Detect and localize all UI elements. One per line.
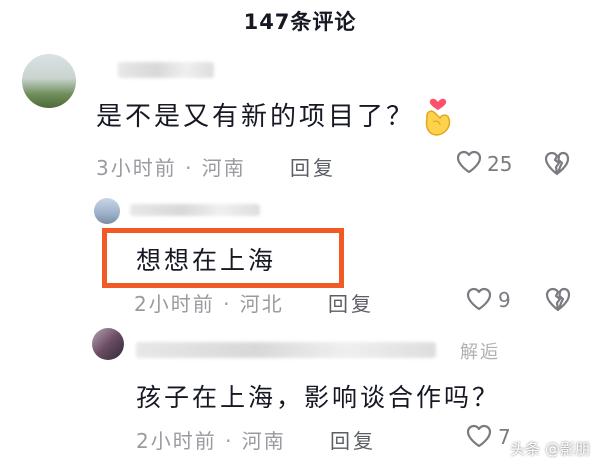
- username-blurred[interactable]: [130, 204, 260, 216]
- like-count: 25: [487, 152, 513, 176]
- comment-meta: 3小时前 · 河南: [96, 156, 246, 180]
- heart-outline-icon[interactable]: [466, 287, 492, 311]
- heart-outline-icon[interactable]: [466, 424, 492, 448]
- reply-button[interactable]: 回复: [328, 288, 374, 317]
- avatar[interactable]: [92, 328, 124, 360]
- comment-meta: 2小时前 · 河南: [136, 429, 286, 453]
- like-count: 9: [498, 288, 511, 312]
- heart-outline-icon[interactable]: [456, 150, 482, 174]
- highlight-box: [102, 228, 344, 288]
- comment-text: 孩子在上海，影响谈合作吗？: [136, 383, 501, 412]
- avatar[interactable]: [94, 198, 120, 224]
- broken-heart-icon[interactable]: [543, 150, 571, 176]
- comment-text: 是不是又有新的项目了？: [96, 102, 416, 132]
- username-blurred[interactable]: [118, 62, 214, 78]
- reply-button[interactable]: 回复: [330, 425, 376, 454]
- avatar[interactable]: [22, 54, 76, 108]
- heart-hands-emoji: [418, 92, 458, 138]
- watermark: 头条 @影朋: [510, 440, 590, 458]
- like-count: 7: [498, 425, 511, 449]
- comment-meta: 2小时前 · 河北: [134, 292, 284, 316]
- comment-item: 是不是又有新的项目了？ 3小时前 · 河南 回复 25: [0, 0, 600, 190]
- nickname-suffix[interactable]: 解逅: [460, 338, 500, 364]
- reply-button[interactable]: 回复: [290, 152, 336, 181]
- broken-heart-icon[interactable]: [544, 286, 572, 312]
- username-blurred[interactable]: [136, 342, 436, 358]
